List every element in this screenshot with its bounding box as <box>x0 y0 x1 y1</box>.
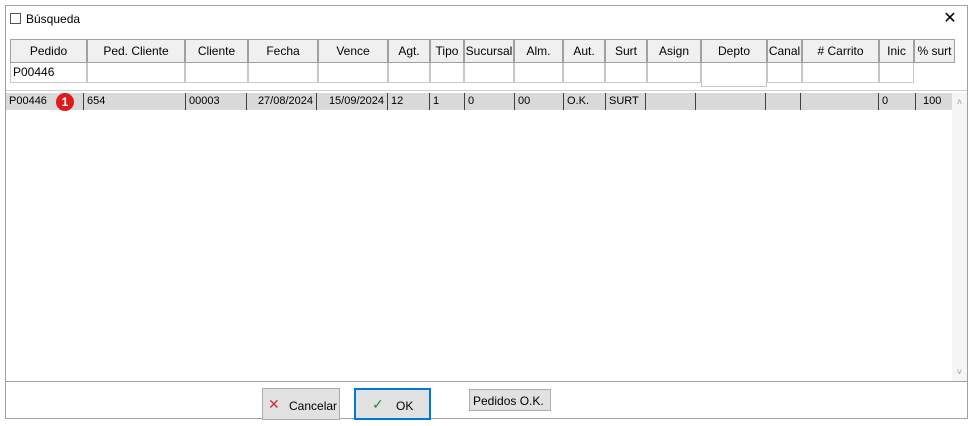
cell-depto <box>695 93 765 110</box>
cell-asign <box>645 93 695 110</box>
vertical-scrollbar[interactable]: ˄ ˅ <box>952 93 967 381</box>
filter-vence-input[interactable] <box>318 63 388 83</box>
checkmark-icon: ✓ <box>372 396 384 412</box>
header-canal[interactable]: Canal <box>767 39 802 63</box>
cell-tipo: 1 <box>429 93 464 110</box>
header-vence[interactable]: Vence <box>318 39 388 63</box>
scroll-down-icon[interactable]: ˅ <box>952 366 967 378</box>
header-aut[interactable]: Aut. <box>563 39 605 63</box>
pedidos-ok-button[interactable]: Pedidos O.K. <box>469 389 551 411</box>
header-tipo[interactable]: Tipo <box>430 39 464 63</box>
window-title: Búsqueda <box>26 12 81 26</box>
cell-vence: 15/09/2024 <box>316 93 387 110</box>
filter-asign-input[interactable] <box>647 63 701 83</box>
filter-depto-input[interactable] <box>701 63 767 87</box>
filter-carrito-input[interactable] <box>802 63 879 83</box>
annotation-badge: 1 <box>56 93 74 111</box>
cancel-button-label: Cancelar <box>289 399 338 413</box>
table-row[interactable]: P00446 654 00003 27/08/2024 15/09/2024 1… <box>6 93 952 111</box>
filter-canal-input[interactable] <box>767 63 802 83</box>
cell-alm: 00 <box>514 93 563 110</box>
cell-canal <box>765 93 800 110</box>
cell-pct-surt: 100 <box>915 93 952 110</box>
cancel-button[interactable]: ✕ Cancelar <box>262 388 340 420</box>
cell-aut: O.K. <box>563 93 605 110</box>
header-depto[interactable]: Depto <box>701 39 767 63</box>
ok-button-label: OK <box>396 399 414 413</box>
header-inic[interactable]: Inic <box>879 39 914 63</box>
header-asign[interactable]: Asign <box>647 39 701 63</box>
header-agt[interactable]: Agt. <box>388 39 430 63</box>
cell-ped-cliente: 654 <box>83 93 185 110</box>
header-fecha[interactable]: Fecha <box>248 39 318 63</box>
results-grid: P00446 654 00003 27/08/2024 15/09/2024 1… <box>6 90 967 382</box>
close-button[interactable]: ✕ <box>941 9 959 29</box>
header-alm[interactable]: Alm. <box>514 39 563 63</box>
search-dialog: Búsqueda ✕ Pedido Ped. Cliente Cliente F… <box>5 5 968 420</box>
ok-button[interactable]: ✓ OK <box>354 388 431 420</box>
filter-tipo-input[interactable] <box>430 63 464 83</box>
filter-alm-input[interactable] <box>514 63 563 83</box>
cell-agt: 12 <box>387 93 429 110</box>
header-ped-cliente[interactable]: Ped. Cliente <box>87 39 185 63</box>
header-surt[interactable]: Surt <box>605 39 647 63</box>
filter-cliente-input[interactable] <box>185 63 248 83</box>
cell-surt: SURT <box>605 93 645 110</box>
filter-aut-input[interactable] <box>563 63 605 83</box>
cell-fecha: 27/08/2024 <box>246 93 316 110</box>
header-sucursal[interactable]: Sucursal <box>464 39 514 63</box>
close-icon: ✕ <box>268 396 280 412</box>
filter-fecha-input[interactable] <box>248 63 318 83</box>
filter-ped-cliente-input[interactable] <box>87 63 185 83</box>
cell-carrito <box>800 93 878 110</box>
cell-cliente: 00003 <box>185 93 246 110</box>
header-cliente[interactable]: Cliente <box>185 39 248 63</box>
cell-sucursal: 0 <box>464 93 514 110</box>
window-icon <box>10 13 21 24</box>
title-bar: Búsqueda ✕ <box>6 6 967 34</box>
filter-inic-input[interactable] <box>879 63 914 83</box>
pedidos-ok-button-label: Pedidos O.K. <box>473 394 544 408</box>
header-pct-surt[interactable]: % surt <box>914 39 955 63</box>
header-pedido[interactable]: Pedido <box>10 39 87 63</box>
scroll-up-icon[interactable]: ˄ <box>952 96 967 108</box>
filter-surt-input[interactable] <box>605 63 647 83</box>
header-carrito[interactable]: # Carrito <box>802 39 879 63</box>
filter-sucursal-input[interactable] <box>464 63 514 83</box>
filter-pedido-input[interactable]: P00446 <box>10 63 87 83</box>
button-bar: ✕ Cancelar ✓ OK Pedidos O.K. <box>6 381 967 420</box>
cell-inic: 0 <box>878 93 915 110</box>
filter-agt-input[interactable] <box>388 63 430 83</box>
